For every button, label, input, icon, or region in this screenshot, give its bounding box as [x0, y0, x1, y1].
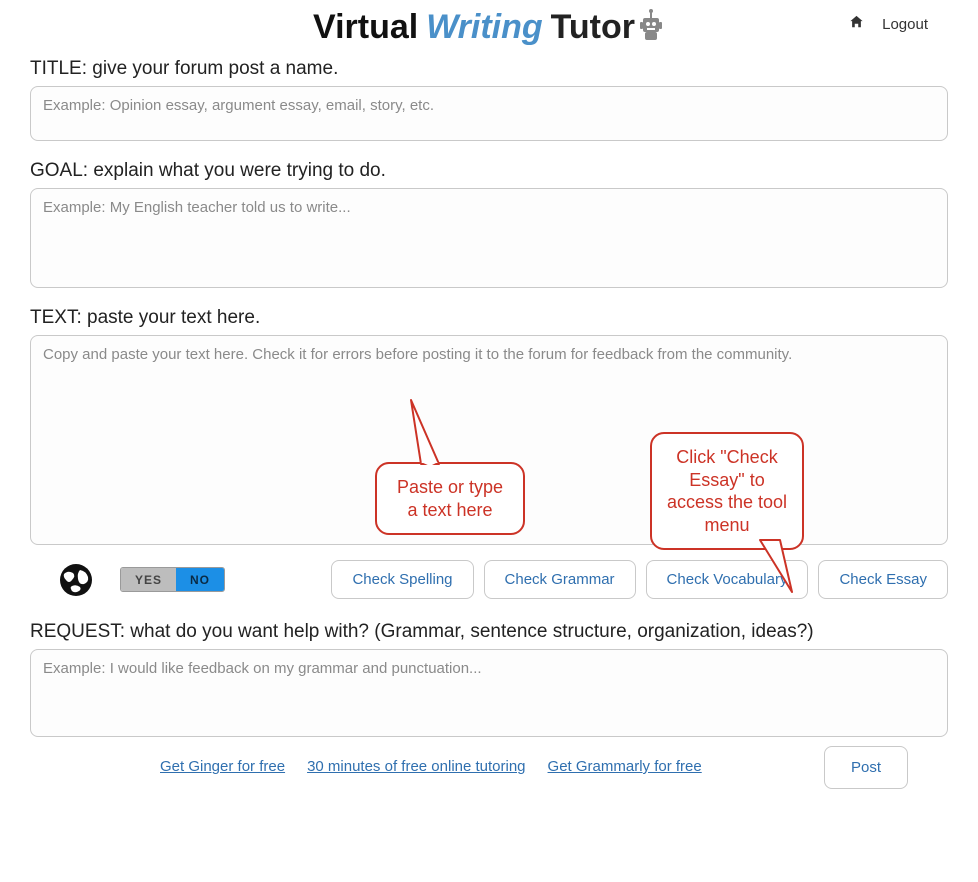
- goal-input[interactable]: [30, 188, 948, 288]
- check-spelling-button[interactable]: Check Spelling: [331, 560, 473, 599]
- grammarly-link[interactable]: Get Grammarly for free: [548, 758, 702, 775]
- globe-icon[interactable]: [58, 562, 94, 598]
- logo-word-1: Virtual: [313, 10, 418, 44]
- goal-label: GOAL: explain what you were trying to do…: [30, 160, 948, 182]
- home-icon[interactable]: [849, 15, 864, 33]
- toggle-yes: YES: [121, 568, 176, 591]
- yes-no-toggle[interactable]: YES NO: [120, 567, 225, 592]
- request-label: REQUEST: what do you want help with? (Gr…: [30, 621, 948, 643]
- request-input[interactable]: [30, 649, 948, 737]
- check-grammar-button[interactable]: Check Grammar: [484, 560, 636, 599]
- toolbar-left-group: YES NO: [58, 562, 225, 598]
- footer-links: Get Ginger for free 30 minutes of free o…: [30, 742, 948, 783]
- logo-word-2: Writing: [426, 10, 542, 44]
- check-essay-button[interactable]: Check Essay: [818, 560, 948, 599]
- text-input[interactable]: [30, 335, 948, 545]
- check-vocabulary-button[interactable]: Check Vocabulary: [646, 560, 809, 599]
- check-toolbar: YES NO Check Spelling Check Grammar Chec…: [30, 550, 948, 607]
- form-container: TITLE: give your forum post a name. GOAL…: [0, 58, 978, 793]
- logout-link[interactable]: Logout: [882, 16, 928, 33]
- robot-icon: [637, 8, 665, 42]
- title-label: TITLE: give your forum post a name.: [30, 58, 948, 80]
- ginger-link[interactable]: Get Ginger for free: [160, 758, 285, 775]
- title-input[interactable]: [30, 86, 948, 141]
- logo: Virtual Writing Tutor: [0, 10, 978, 44]
- post-button[interactable]: Post: [824, 746, 908, 789]
- toggle-no: NO: [176, 568, 224, 591]
- text-label: TEXT: paste your text here.: [30, 307, 948, 329]
- logo-word-3: Tutor: [551, 10, 635, 44]
- tutoring-link[interactable]: 30 minutes of free online tutoring: [307, 758, 525, 775]
